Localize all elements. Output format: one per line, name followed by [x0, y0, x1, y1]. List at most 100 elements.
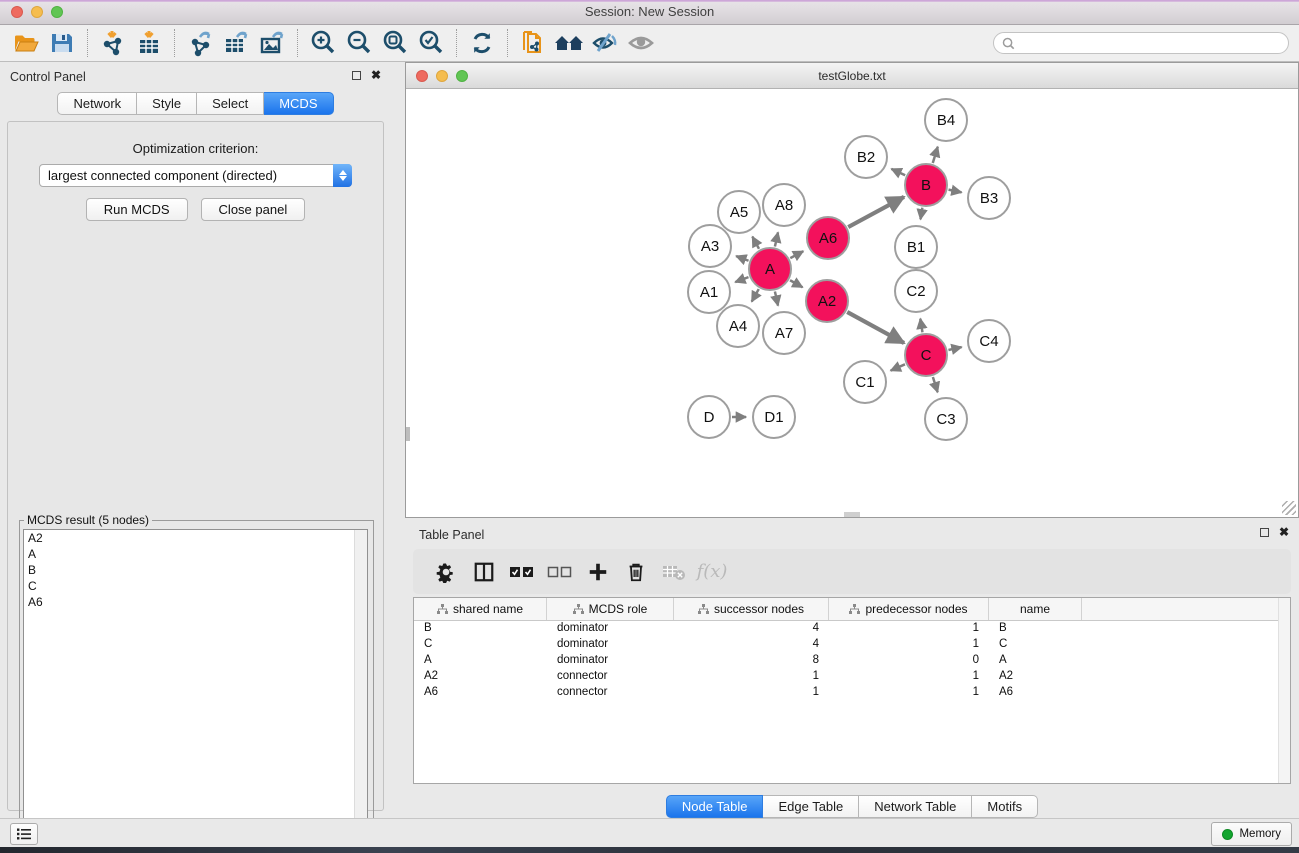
- zoom-selected-icon[interactable]: [413, 28, 449, 58]
- graph-node-B3[interactable]: B3: [968, 177, 1010, 219]
- mcds-result-list[interactable]: A2ABCA6: [23, 529, 368, 852]
- zoom-in-icon[interactable]: [305, 28, 341, 58]
- search-input[interactable]: [1020, 36, 1280, 50]
- graph-node-C4[interactable]: C4: [968, 320, 1010, 362]
- horizontal-scroll-indicator[interactable]: [844, 512, 860, 517]
- cell-name[interactable]: A: [989, 653, 1082, 669]
- cell-predecessor-nodes[interactable]: 1: [829, 669, 989, 685]
- graph-edge-C-C1[interactable]: [891, 364, 905, 370]
- vertical-scroll-indicator[interactable]: [406, 427, 410, 441]
- import-table-icon[interactable]: [131, 28, 167, 58]
- save-session-icon[interactable]: [44, 28, 80, 58]
- graph-node-A5[interactable]: A5: [718, 191, 760, 233]
- cell-shared-name[interactable]: C: [414, 637, 547, 653]
- cell-shared-name[interactable]: B: [414, 621, 547, 637]
- mcds-result-item[interactable]: C: [24, 578, 367, 594]
- mcds-result-item[interactable]: A: [24, 546, 367, 562]
- graph-node-C3[interactable]: C3: [925, 398, 967, 440]
- graph-edge-A-A8[interactable]: [775, 232, 778, 246]
- graph-node-A7[interactable]: A7: [763, 312, 805, 354]
- graph-node-A1[interactable]: A1: [688, 271, 730, 313]
- graph-node-B[interactable]: B: [905, 164, 947, 206]
- graph-edge-B-B1[interactable]: [920, 208, 922, 220]
- graph-edge-B-B3[interactable]: [949, 190, 962, 193]
- graph-node-A3[interactable]: A3: [689, 225, 731, 267]
- graph-node-A[interactable]: A: [749, 248, 791, 290]
- network-window-titlebar[interactable]: testGlobe.txt: [406, 63, 1298, 89]
- delete-column-icon[interactable]: [617, 557, 655, 587]
- cell-successor-nodes[interactable]: 4: [674, 637, 829, 653]
- tab-network[interactable]: Network: [57, 92, 137, 115]
- cell-mcds-role[interactable]: connector: [547, 685, 674, 701]
- tab-motifs[interactable]: Motifs: [972, 795, 1038, 818]
- graph-node-A6[interactable]: A6: [807, 217, 849, 259]
- graph-node-A2[interactable]: A2: [806, 280, 848, 322]
- cell-name[interactable]: A2: [989, 669, 1082, 685]
- column-header-name[interactable]: name: [989, 598, 1082, 620]
- cell-shared-name[interactable]: A: [414, 653, 547, 669]
- result-scrollbar[interactable]: [354, 530, 367, 851]
- open-session-icon[interactable]: [8, 28, 44, 58]
- table-row[interactable]: Bdominator41B: [414, 621, 1290, 637]
- cell-successor-nodes[interactable]: 1: [674, 669, 829, 685]
- graph-node-A4[interactable]: A4: [717, 305, 759, 347]
- graph-node-C1[interactable]: C1: [844, 361, 886, 403]
- export-image-icon[interactable]: [254, 28, 290, 58]
- add-column-icon[interactable]: [579, 557, 617, 587]
- table-row[interactable]: Cdominator41C: [414, 637, 1290, 653]
- import-network-icon[interactable]: [95, 28, 131, 58]
- table-row[interactable]: Adominator80A: [414, 653, 1290, 669]
- column-header-successor-nodes[interactable]: successor nodes: [674, 598, 829, 620]
- graph-edge-C-C4[interactable]: [948, 347, 961, 350]
- cell-predecessor-nodes[interactable]: 1: [829, 685, 989, 701]
- table-row[interactable]: A6connector11A6: [414, 685, 1290, 701]
- cell-name[interactable]: C: [989, 637, 1082, 653]
- zoom-fit-icon[interactable]: [377, 28, 413, 58]
- graph-node-C2[interactable]: C2: [895, 270, 937, 312]
- close-panel-icon[interactable]: ✖: [371, 71, 381, 80]
- export-network-icon[interactable]: [182, 28, 218, 58]
- graph-node-A8[interactable]: A8: [763, 184, 805, 226]
- cell-successor-nodes[interactable]: 8: [674, 653, 829, 669]
- network-canvas[interactable]: B4B2BB3A8A5A6A3B1AA1C2A2A4A7C4CC1C3DD1: [406, 89, 1298, 517]
- cell-mcds-role[interactable]: connector: [547, 669, 674, 685]
- refresh-layout-icon[interactable]: [464, 28, 500, 58]
- select-all-icon[interactable]: [503, 557, 541, 587]
- table-row[interactable]: A2connector11A2: [414, 669, 1290, 685]
- close-table-panel-icon[interactable]: ✖: [1279, 528, 1289, 537]
- cell-name[interactable]: A6: [989, 685, 1082, 701]
- graph-edge-B-B4[interactable]: [933, 147, 938, 163]
- cell-mcds-role[interactable]: dominator: [547, 621, 674, 637]
- graph-node-B2[interactable]: B2: [845, 136, 887, 178]
- tab-edge-table[interactable]: Edge Table: [763, 795, 859, 818]
- mcds-result-item[interactable]: A2: [24, 530, 367, 546]
- show-all-icon[interactable]: [623, 28, 659, 58]
- graph-node-B1[interactable]: B1: [895, 226, 937, 268]
- search-field[interactable]: [993, 32, 1289, 54]
- cell-predecessor-nodes[interactable]: 1: [829, 637, 989, 653]
- column-header-MCDS-role[interactable]: MCDS role: [547, 598, 674, 620]
- run-mcds-button[interactable]: Run MCDS: [86, 198, 188, 221]
- cell-shared-name[interactable]: A2: [414, 669, 547, 685]
- tab-select[interactable]: Select: [197, 92, 264, 115]
- cell-name[interactable]: B: [989, 621, 1082, 637]
- graph-edge-A-A6[interactable]: [790, 251, 803, 258]
- graph-edge-A2-C[interactable]: [847, 312, 904, 343]
- graph-edge-A6-B[interactable]: [848, 197, 904, 227]
- cell-successor-nodes[interactable]: 4: [674, 621, 829, 637]
- graph-edge-A-A4[interactable]: [752, 289, 759, 302]
- tab-style[interactable]: Style: [137, 92, 197, 115]
- resize-grip-icon[interactable]: [1282, 501, 1296, 515]
- graph-edge-A-A7[interactable]: [775, 291, 778, 305]
- graph-node-C[interactable]: C: [905, 334, 947, 376]
- zoom-out-icon[interactable]: [341, 28, 377, 58]
- column-header-predecessor-nodes[interactable]: predecessor nodes: [829, 598, 989, 620]
- tab-network-table[interactable]: Network Table: [859, 795, 972, 818]
- tab-node-table[interactable]: Node Table: [666, 795, 764, 818]
- export-table-icon[interactable]: [218, 28, 254, 58]
- graph-edge-B-B2[interactable]: [891, 169, 905, 175]
- graph-node-D1[interactable]: D1: [753, 396, 795, 438]
- cell-shared-name[interactable]: A6: [414, 685, 547, 701]
- graph-edge-C-C2[interactable]: [920, 319, 922, 333]
- graph-edge-A-A5[interactable]: [752, 237, 759, 249]
